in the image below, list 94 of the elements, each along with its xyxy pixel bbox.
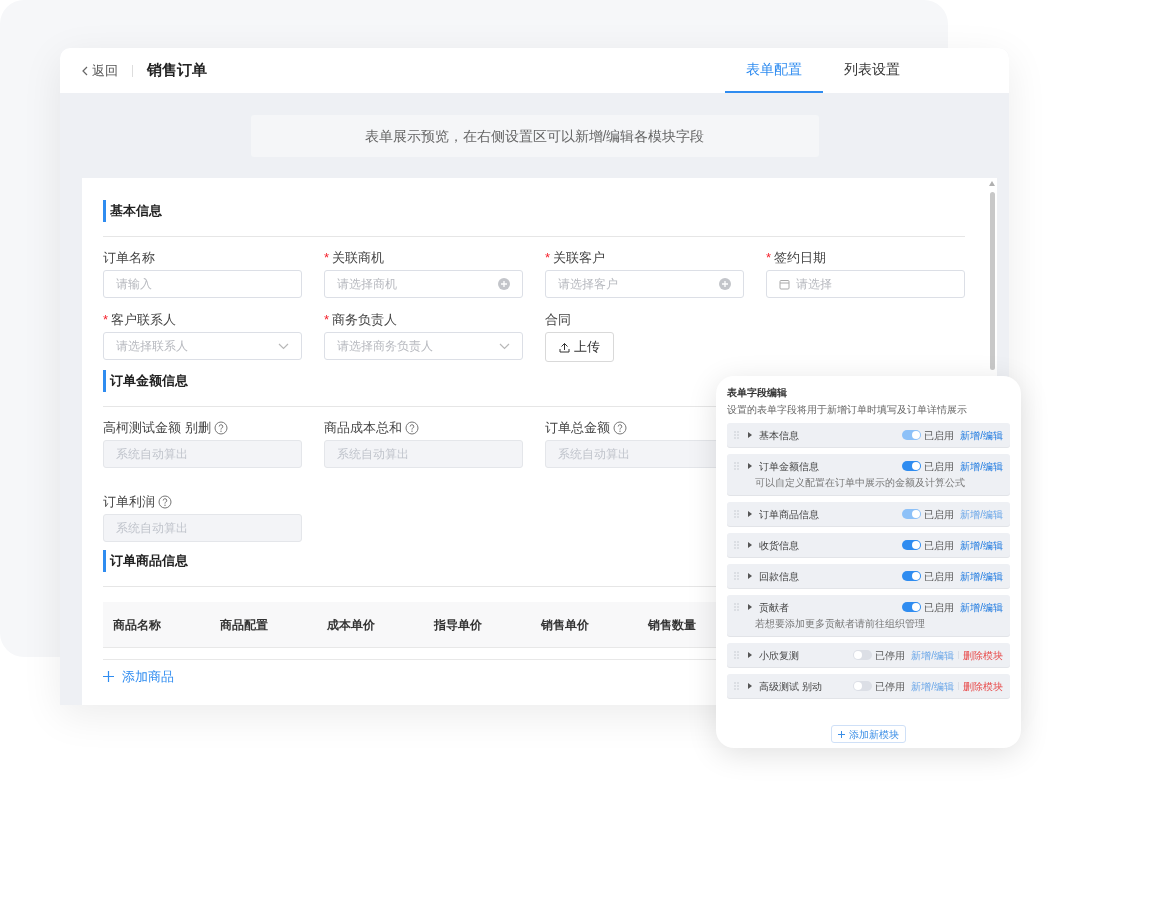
- module-row[interactable]: 小欣复测 已停用 新增/编辑 删除模块: [727, 643, 1010, 667]
- module-name: 贡献者: [759, 600, 789, 615]
- module-name: 基本信息: [759, 428, 799, 443]
- field-label: 订单总金额: [545, 419, 610, 438]
- upload-icon: [559, 341, 570, 353]
- calendar-icon: [779, 278, 790, 290]
- caret-right-icon[interactable]: [748, 652, 752, 658]
- section-title: 基本信息: [103, 200, 965, 222]
- field-label: * 关联客户: [545, 249, 606, 268]
- field-label: * 客户联系人: [103, 311, 177, 330]
- input-field[interactable]: 请输入: [103, 270, 302, 298]
- select-field[interactable]: 请选择商机: [324, 270, 523, 298]
- scrollbar[interactable]: [990, 192, 995, 370]
- toggle-switch[interactable]: [902, 540, 922, 550]
- chevron-down-icon: [278, 342, 289, 350]
- toggle-switch[interactable]: [853, 650, 873, 660]
- module-name: 订单商品信息: [759, 507, 819, 522]
- module-name: 高级测试 别动: [759, 679, 822, 694]
- select-field[interactable]: 请选择联系人: [103, 332, 302, 360]
- toggle-switch[interactable]: [902, 571, 922, 581]
- column-header: 销售单价: [540, 616, 590, 634]
- field-label: * 商务负责人: [324, 311, 398, 330]
- status-label: 已启用: [924, 428, 955, 443]
- toggle-switch[interactable]: [853, 681, 873, 691]
- column-header: 指导单价: [433, 616, 483, 634]
- status-label: 已停用: [875, 679, 906, 694]
- status-label: 已启用: [924, 569, 955, 584]
- caret-right-icon[interactable]: [748, 542, 752, 548]
- column-header: 销售数量: [647, 616, 697, 634]
- edit-link[interactable]: 新增/编辑: [960, 458, 1003, 474]
- status-label: 已启用: [924, 507, 955, 522]
- module-row[interactable]: 收货信息 已启用 新增/编辑: [727, 533, 1010, 557]
- module-name: 小欣复测: [759, 648, 799, 663]
- field-label: 合同: [545, 311, 571, 330]
- chevron-left-icon: [82, 65, 88, 76]
- column-header: 成本单价: [326, 616, 376, 634]
- toggle-switch[interactable]: [902, 602, 922, 612]
- help-icon[interactable]: [158, 495, 172, 509]
- edit-link[interactable]: 新增/编辑: [960, 599, 1003, 615]
- module-row[interactable]: 高级测试 别动 已停用 新增/编辑 删除模块: [727, 674, 1010, 698]
- upload-button[interactable]: 上传: [545, 332, 614, 362]
- plus-circle-icon[interactable]: [719, 278, 731, 290]
- caret-right-icon[interactable]: [748, 573, 752, 579]
- caret-right-icon[interactable]: [748, 511, 752, 517]
- select-field[interactable]: 请选择: [766, 270, 965, 298]
- status-label: 已停用: [875, 648, 906, 663]
- status-label: 已启用: [924, 459, 955, 474]
- module-row[interactable]: 贡献者 已启用 新增/编辑 若想要添加更多贡献者请前往组织管理: [727, 595, 1010, 636]
- select-field[interactable]: 请选择客户: [545, 270, 744, 298]
- field-label: 订单名称: [103, 249, 155, 268]
- delete-link[interactable]: 删除模块: [963, 647, 1003, 663]
- scroll-up-icon[interactable]: [989, 181, 995, 186]
- column-header: 商品配置: [219, 616, 269, 634]
- tab[interactable]: 表单配置: [725, 48, 823, 93]
- module-note: 若想要添加更多贡献者请前往组织管理: [755, 617, 926, 631]
- page-title: 销售订单: [147, 60, 207, 81]
- caret-right-icon[interactable]: [748, 463, 752, 469]
- module-name: 订单金额信息: [759, 459, 819, 474]
- help-icon[interactable]: [613, 421, 627, 435]
- caret-right-icon[interactable]: [748, 683, 752, 689]
- column-header: 商品名称: [112, 616, 162, 634]
- module-note: 可以自定义配置在订单中展示的金额及计算公式: [755, 476, 966, 490]
- help-icon[interactable]: [405, 421, 419, 435]
- field-label: 高柯测试金额 别删: [103, 419, 211, 438]
- delete-link[interactable]: 删除模块: [963, 678, 1003, 694]
- status-label: 已启用: [924, 600, 955, 615]
- toggle-switch[interactable]: [902, 461, 922, 471]
- module-name: 回款信息: [759, 569, 799, 584]
- module-row[interactable]: 订单金额信息 已启用 新增/编辑 可以自定义配置在订单中展示的金额及计算公式: [727, 454, 1010, 495]
- add-module-button[interactable]: 添加新模块: [831, 725, 906, 743]
- tab[interactable]: 列表设置: [823, 48, 921, 93]
- caret-right-icon[interactable]: [748, 604, 752, 610]
- plus-circle-icon[interactable]: [498, 278, 510, 290]
- plus-icon: [838, 730, 845, 738]
- select-field[interactable]: 请选择商务负责人: [324, 332, 523, 360]
- add-product-button[interactable]: 添加商品: [103, 667, 174, 687]
- panel-description: 设置的表单字段将用于新增订单时填写及订单详情展示: [727, 403, 968, 417]
- field-label: * 关联商机: [324, 249, 385, 268]
- field-label: 商品成本总和: [324, 419, 402, 438]
- chevron-down-icon: [499, 342, 510, 350]
- module-row[interactable]: 基本信息 已启用 新增/编辑: [727, 423, 1010, 447]
- module-row[interactable]: 回款信息 已启用 新增/编辑: [727, 564, 1010, 588]
- plus-icon: [103, 671, 114, 683]
- back-link[interactable]: 返回: [82, 60, 118, 81]
- notice-banner: 表单展示预览，在右侧设置区可以新增/编辑各模块字段: [250, 115, 819, 157]
- caret-right-icon[interactable]: [748, 432, 752, 438]
- help-icon[interactable]: [213, 421, 228, 435]
- module-name: 收货信息: [759, 538, 799, 553]
- edit-link[interactable]: 新增/编辑: [960, 427, 1003, 443]
- edit-link[interactable]: 新增/编辑: [960, 537, 1003, 553]
- module-row[interactable]: 订单商品信息 已启用 新增/编辑: [727, 502, 1010, 526]
- status-label: 已启用: [924, 538, 955, 553]
- field-label: * 签约日期: [766, 249, 827, 268]
- field-label: 订单利润: [103, 493, 155, 512]
